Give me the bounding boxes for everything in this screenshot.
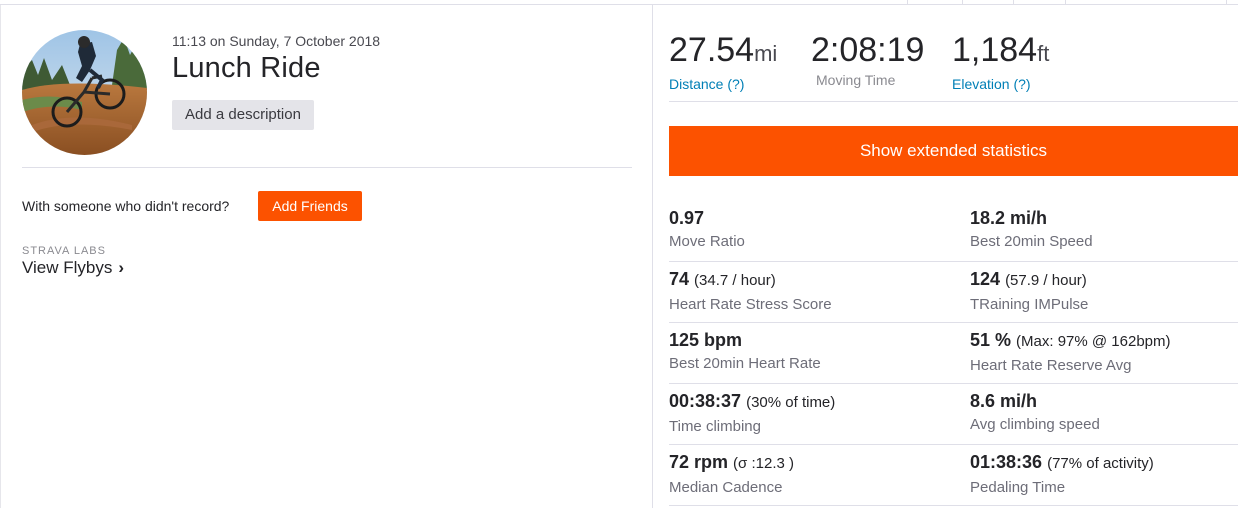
distance-stat: 27.54mi Distance (?) bbox=[669, 30, 777, 92]
top-border-tick bbox=[1226, 0, 1227, 5]
stat-value-main: 124 bbox=[970, 269, 1001, 289]
show-extended-statistics-button[interactable]: Show extended statistics bbox=[669, 126, 1238, 176]
stat-value-main: 74 bbox=[669, 269, 690, 289]
moving-time-value: 2:08:19 bbox=[811, 31, 925, 69]
stat-value: 00:38:37 (30% of time) bbox=[669, 390, 835, 414]
stat-value: 18.2 mi/h bbox=[970, 207, 1093, 229]
stat-value: 01:38:36 (77% of activity) bbox=[970, 451, 1154, 475]
stat-training-impulse: 124 (57.9 / hour) TRaining IMPulse bbox=[970, 268, 1088, 313]
add-friends-button[interactable]: Add Friends bbox=[258, 191, 362, 221]
stats-row: 72 rpm (σ :12.3 ) Median Cadence 01:38:3… bbox=[669, 445, 1238, 506]
stat-value-extra: (σ :12.3 ) bbox=[733, 455, 794, 472]
stat-label: Heart Rate Stress Score bbox=[669, 296, 832, 313]
summary-divider bbox=[669, 101, 1238, 102]
stat-label: Heart Rate Reserve Avg bbox=[970, 357, 1132, 374]
distance-unit: mi bbox=[754, 41, 778, 66]
stat-value-extra: (57.9 / hour) bbox=[1005, 272, 1087, 289]
elevation-help-link[interactable]: Elevation (?) bbox=[952, 76, 1049, 92]
stat-value-extra: (77% of activity) bbox=[1047, 455, 1154, 472]
stat-label: Pedaling Time bbox=[970, 479, 1066, 496]
stat-move-ratio: 0.97 Move Ratio bbox=[669, 207, 745, 250]
elevation-stat: 1,184ft Elevation (?) bbox=[952, 30, 1049, 92]
stat-value: 8.6 mi/h bbox=[970, 390, 1100, 412]
stat-avg-climbing-speed: 8.6 mi/h Avg climbing speed bbox=[970, 390, 1100, 433]
stat-value: 124 (57.9 / hour) bbox=[970, 268, 1088, 292]
elevation-unit: ft bbox=[1037, 41, 1050, 66]
stat-label: Time climbing bbox=[669, 418, 761, 435]
column-divider bbox=[652, 5, 653, 508]
stat-median-cadence: 72 rpm (σ :12.3 ) Median Cadence bbox=[669, 451, 794, 496]
stats-row: 0.97 Move Ratio 18.2 mi/h Best 20min Spe… bbox=[669, 201, 1238, 262]
activity-photo-avatar[interactable] bbox=[22, 30, 147, 155]
stat-heart-rate-reserve-avg: 51 % (Max: 97% @ 162bpm) Heart Rate Rese… bbox=[970, 329, 1171, 374]
top-border-tick bbox=[962, 0, 963, 5]
elevation-value: 1,184 bbox=[952, 31, 1038, 69]
stat-value-extra: (30% of time) bbox=[746, 394, 836, 411]
stat-label: Move Ratio bbox=[669, 233, 745, 250]
stat-pedaling-time: 01:38:36 (77% of activity) Pedaling Time bbox=[970, 451, 1154, 496]
activity-datetime: 11:13 on Sunday, 7 October 2018 bbox=[172, 33, 381, 49]
section-divider bbox=[22, 167, 632, 168]
stat-value-main: 00:38:37 bbox=[669, 391, 742, 411]
stat-value: 125 bpm bbox=[669, 329, 821, 351]
elevation-value-line: 1,184ft bbox=[952, 30, 1049, 74]
add-description-button[interactable]: Add a description bbox=[172, 100, 314, 130]
strava-labs-heading: STRAVA LABS bbox=[22, 245, 106, 257]
stat-value: 74 (34.7 / hour) bbox=[669, 268, 832, 292]
stat-value: 72 rpm (σ :12.3 ) bbox=[669, 451, 794, 475]
view-flybys-link[interactable]: View Flybys › bbox=[22, 258, 124, 278]
chevron-right-icon: › bbox=[118, 258, 125, 277]
stat-label: Best 20min Heart Rate bbox=[669, 355, 821, 372]
stat-value-main: 72 rpm bbox=[669, 452, 729, 472]
stat-heart-rate-stress-score: 74 (34.7 / hour) Heart Rate Stress Score bbox=[669, 268, 832, 313]
top-border bbox=[0, 0, 1238, 5]
distance-value: 27.54 bbox=[669, 31, 755, 69]
stat-best-20min-speed: 18.2 mi/h Best 20min Speed bbox=[970, 207, 1093, 250]
stat-value-main: 01:38:36 bbox=[970, 452, 1043, 472]
stat-best-20min-heart-rate: 125 bpm Best 20min Heart Rate bbox=[669, 329, 821, 372]
page-border bbox=[0, 5, 1, 508]
stat-value-main: 18.2 mi/h bbox=[970, 208, 1048, 228]
stats-row: 74 (34.7 / hour) Heart Rate Stress Score… bbox=[669, 262, 1238, 323]
top-border-tick bbox=[1065, 0, 1066, 5]
stats-row: 00:38:37 (30% of time) Time climbing 8.6… bbox=[669, 384, 1238, 445]
stat-value-extra: (Max: 97% @ 162bpm) bbox=[1016, 333, 1171, 350]
stat-value-main: 51 % bbox=[970, 330, 1012, 350]
mountain-biker-photo bbox=[22, 30, 147, 155]
top-border-tick bbox=[907, 0, 908, 5]
distance-help-link[interactable]: Distance (?) bbox=[669, 76, 777, 92]
stat-time-climbing: 00:38:37 (30% of time) Time climbing bbox=[669, 390, 835, 435]
stat-label: TRaining IMPulse bbox=[970, 296, 1089, 313]
stats-row: 125 bpm Best 20min Heart Rate 51 % (Max:… bbox=[669, 323, 1238, 384]
stat-label: Best 20min Speed bbox=[970, 233, 1093, 250]
stat-value: 0.97 bbox=[669, 207, 745, 229]
stat-value-main: 125 bpm bbox=[669, 330, 743, 350]
stat-value-main: 8.6 mi/h bbox=[970, 391, 1038, 411]
stat-label: Avg climbing speed bbox=[970, 416, 1100, 433]
distance-value-line: 27.54mi bbox=[669, 30, 777, 74]
extended-stats-grid: 0.97 Move Ratio 18.2 mi/h Best 20min Spe… bbox=[669, 201, 1238, 506]
stat-label: Median Cadence bbox=[669, 479, 783, 496]
stat-value: 51 % (Max: 97% @ 162bpm) bbox=[970, 329, 1171, 353]
stat-value-extra: (34.7 / hour) bbox=[694, 272, 776, 289]
moving-time-stat: 2:08:19 Moving Time bbox=[811, 30, 924, 88]
moving-time-label: Moving Time bbox=[816, 72, 896, 88]
activity-title: Lunch Ride bbox=[172, 52, 321, 84]
with-someone-prompt: With someone who didn't record? bbox=[22, 198, 230, 214]
view-flybys-label: View Flybys bbox=[22, 258, 113, 277]
top-border-tick bbox=[1013, 0, 1014, 5]
stat-value-main: 0.97 bbox=[669, 208, 705, 228]
